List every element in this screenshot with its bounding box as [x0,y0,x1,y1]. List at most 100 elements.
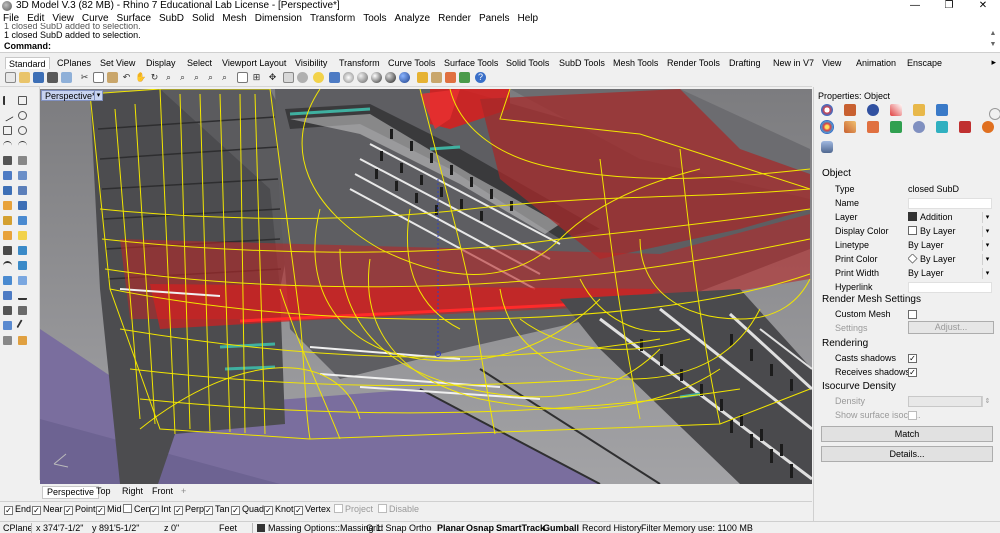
arc-icon[interactable] [3,141,12,150]
tab-view[interactable]: View [819,57,844,69]
menu-panels[interactable]: Panels [479,12,510,26]
tab-render-tools[interactable]: Render Tools [664,57,723,69]
osnap-quad-checkbox[interactable]: ✓ [231,506,240,515]
osnap-project-checkbox[interactable] [334,504,343,513]
osnap-vertex-checkbox[interactable]: ✓ [294,506,303,515]
fillet-icon[interactable] [3,246,12,255]
grid-array-icon[interactable] [18,306,27,315]
save-icon[interactable] [33,72,44,83]
command-scroll-arrows[interactable]: ▲ ▼ [988,28,998,50]
copy-icon[interactable] [93,72,104,83]
tab-solid-tools[interactable]: Solid Tools [503,57,552,69]
cylinder-icon[interactable] [3,216,12,225]
osnap-tan-checkbox[interactable]: ✓ [204,506,213,515]
ellipse-icon[interactable] [18,126,27,135]
tab-transform[interactable]: Transform [336,57,383,69]
print-width-dropdown[interactable]: By Layer [908,268,982,279]
osnap-cen[interactable]: Cen [123,504,151,515]
pan-hand-icon[interactable]: ✋ [135,72,146,83]
name-field[interactable] [908,198,992,209]
texture-mapping-icon[interactable] [867,121,879,133]
loft-icon[interactable] [3,186,12,195]
cut-icon[interactable]: ✂ [79,72,90,83]
receives-shadows-checkbox[interactable]: ✓ [908,368,917,377]
curve-piping-icon[interactable] [890,121,902,133]
osnap-perp[interactable]: ✓ Perp [174,504,204,515]
zoom-icon[interactable]: ⌕ [163,72,174,83]
adjust-button[interactable]: Adjust... [908,321,994,334]
match-button[interactable]: Match [821,426,993,442]
tab-surface-tools[interactable]: Surface Tools [441,57,501,69]
hyperlink-field[interactable] [908,282,992,293]
panel-options-icon[interactable] [989,108,1000,120]
viewport-tab-top[interactable]: Top [92,486,115,497]
lock-icon[interactable] [417,72,428,83]
options-icon[interactable] [459,72,470,83]
osnap-point[interactable]: ✓ Point [64,504,96,515]
ghosted-icon[interactable] [385,72,396,83]
osnap-vertex[interactable]: ✓ Vertex [294,504,331,515]
status-record-history[interactable]: Record History [582,522,642,533]
properties-icon[interactable] [61,72,72,83]
new-file-icon[interactable] [5,72,16,83]
mesh-icon[interactable] [18,216,27,225]
tab-viewport-layout[interactable]: Viewport Layout [219,57,289,69]
linetype-chevron-down-icon[interactable]: ▾ [982,240,992,251]
tab-scroll-right-icon[interactable]: ▸ [991,57,996,68]
tab-animation[interactable]: Animation [853,57,899,69]
minimize-button[interactable]: — [898,0,932,12]
density-spinner-icon[interactable]: ⇕ [982,396,992,407]
status-ortho[interactable]: Ortho [409,522,432,533]
display-color-dropdown[interactable]: By Layer [908,226,982,237]
display-color-chevron-down-icon[interactable]: ▾ [982,226,992,237]
osnap-near-checkbox[interactable]: ✓ [32,506,41,515]
texture-icon[interactable] [445,72,456,83]
decal-icon[interactable] [844,121,856,133]
object-properties-icon[interactable] [821,104,833,116]
cplane-icon[interactable]: ⊞ [251,72,262,83]
osnap-disable[interactable]: Disable [378,504,419,515]
join-icon[interactable] [3,276,12,285]
boolean-union-icon[interactable] [3,231,12,240]
viewport-title[interactable]: Perspective* [41,90,100,101]
paste-icon[interactable] [107,72,118,83]
osnap-int-checkbox[interactable]: ✓ [150,506,159,515]
dimension-icon[interactable] [18,291,27,300]
tab-curve-tools[interactable]: Curve Tools [385,57,438,69]
select-arrow-icon[interactable] [3,96,12,105]
sphere-icon[interactable] [18,201,27,210]
pencil-icon[interactable] [890,104,902,116]
close-button[interactable]: ✕ [966,0,1000,12]
open-file-icon[interactable] [19,72,30,83]
menu-render[interactable]: Render [438,12,471,26]
wireframe-shade-icon[interactable] [343,72,354,83]
print-icon[interactable] [47,72,58,83]
menu-help[interactable]: Help [518,12,539,26]
menu-analyze[interactable]: Analyze [395,12,431,26]
material-tab-icon[interactable] [844,104,856,116]
help-icon[interactable]: ? [475,72,486,83]
material-icon[interactable] [431,72,442,83]
tab-select[interactable]: Select [184,57,215,69]
layer-dropdown[interactable]: Addition [908,212,982,223]
viewport-tab-front[interactable]: Front [148,486,177,497]
trim-icon[interactable] [3,261,12,270]
viewport-tab-perspective[interactable]: Perspective [42,486,100,499]
menu-subd[interactable]: SubD [159,12,184,26]
status-grid-snap[interactable]: Grid Snap [366,522,407,533]
osnap-near[interactable]: ✓ Near [32,504,63,515]
zoom-window-icon[interactable]: ⌕ [177,72,188,83]
status-planar[interactable]: Planar [437,522,465,533]
mirror-icon[interactable] [3,321,12,330]
rendered-icon[interactable] [371,72,382,83]
hide-objects-icon[interactable] [297,72,308,83]
osnap-mid[interactable]: ✓ Mid [96,504,122,515]
casts-shadows-checkbox[interactable]: ✓ [908,354,917,363]
status-cplane[interactable]: CPlane [3,522,33,533]
osnap-disable-checkbox[interactable] [378,504,387,513]
print-color-chevron-down-icon[interactable]: ▾ [982,254,992,265]
select-icon[interactable] [283,72,294,83]
four-viewports-icon[interactable] [237,72,248,83]
array-icon[interactable] [3,306,12,315]
surface-icon[interactable] [3,171,12,180]
